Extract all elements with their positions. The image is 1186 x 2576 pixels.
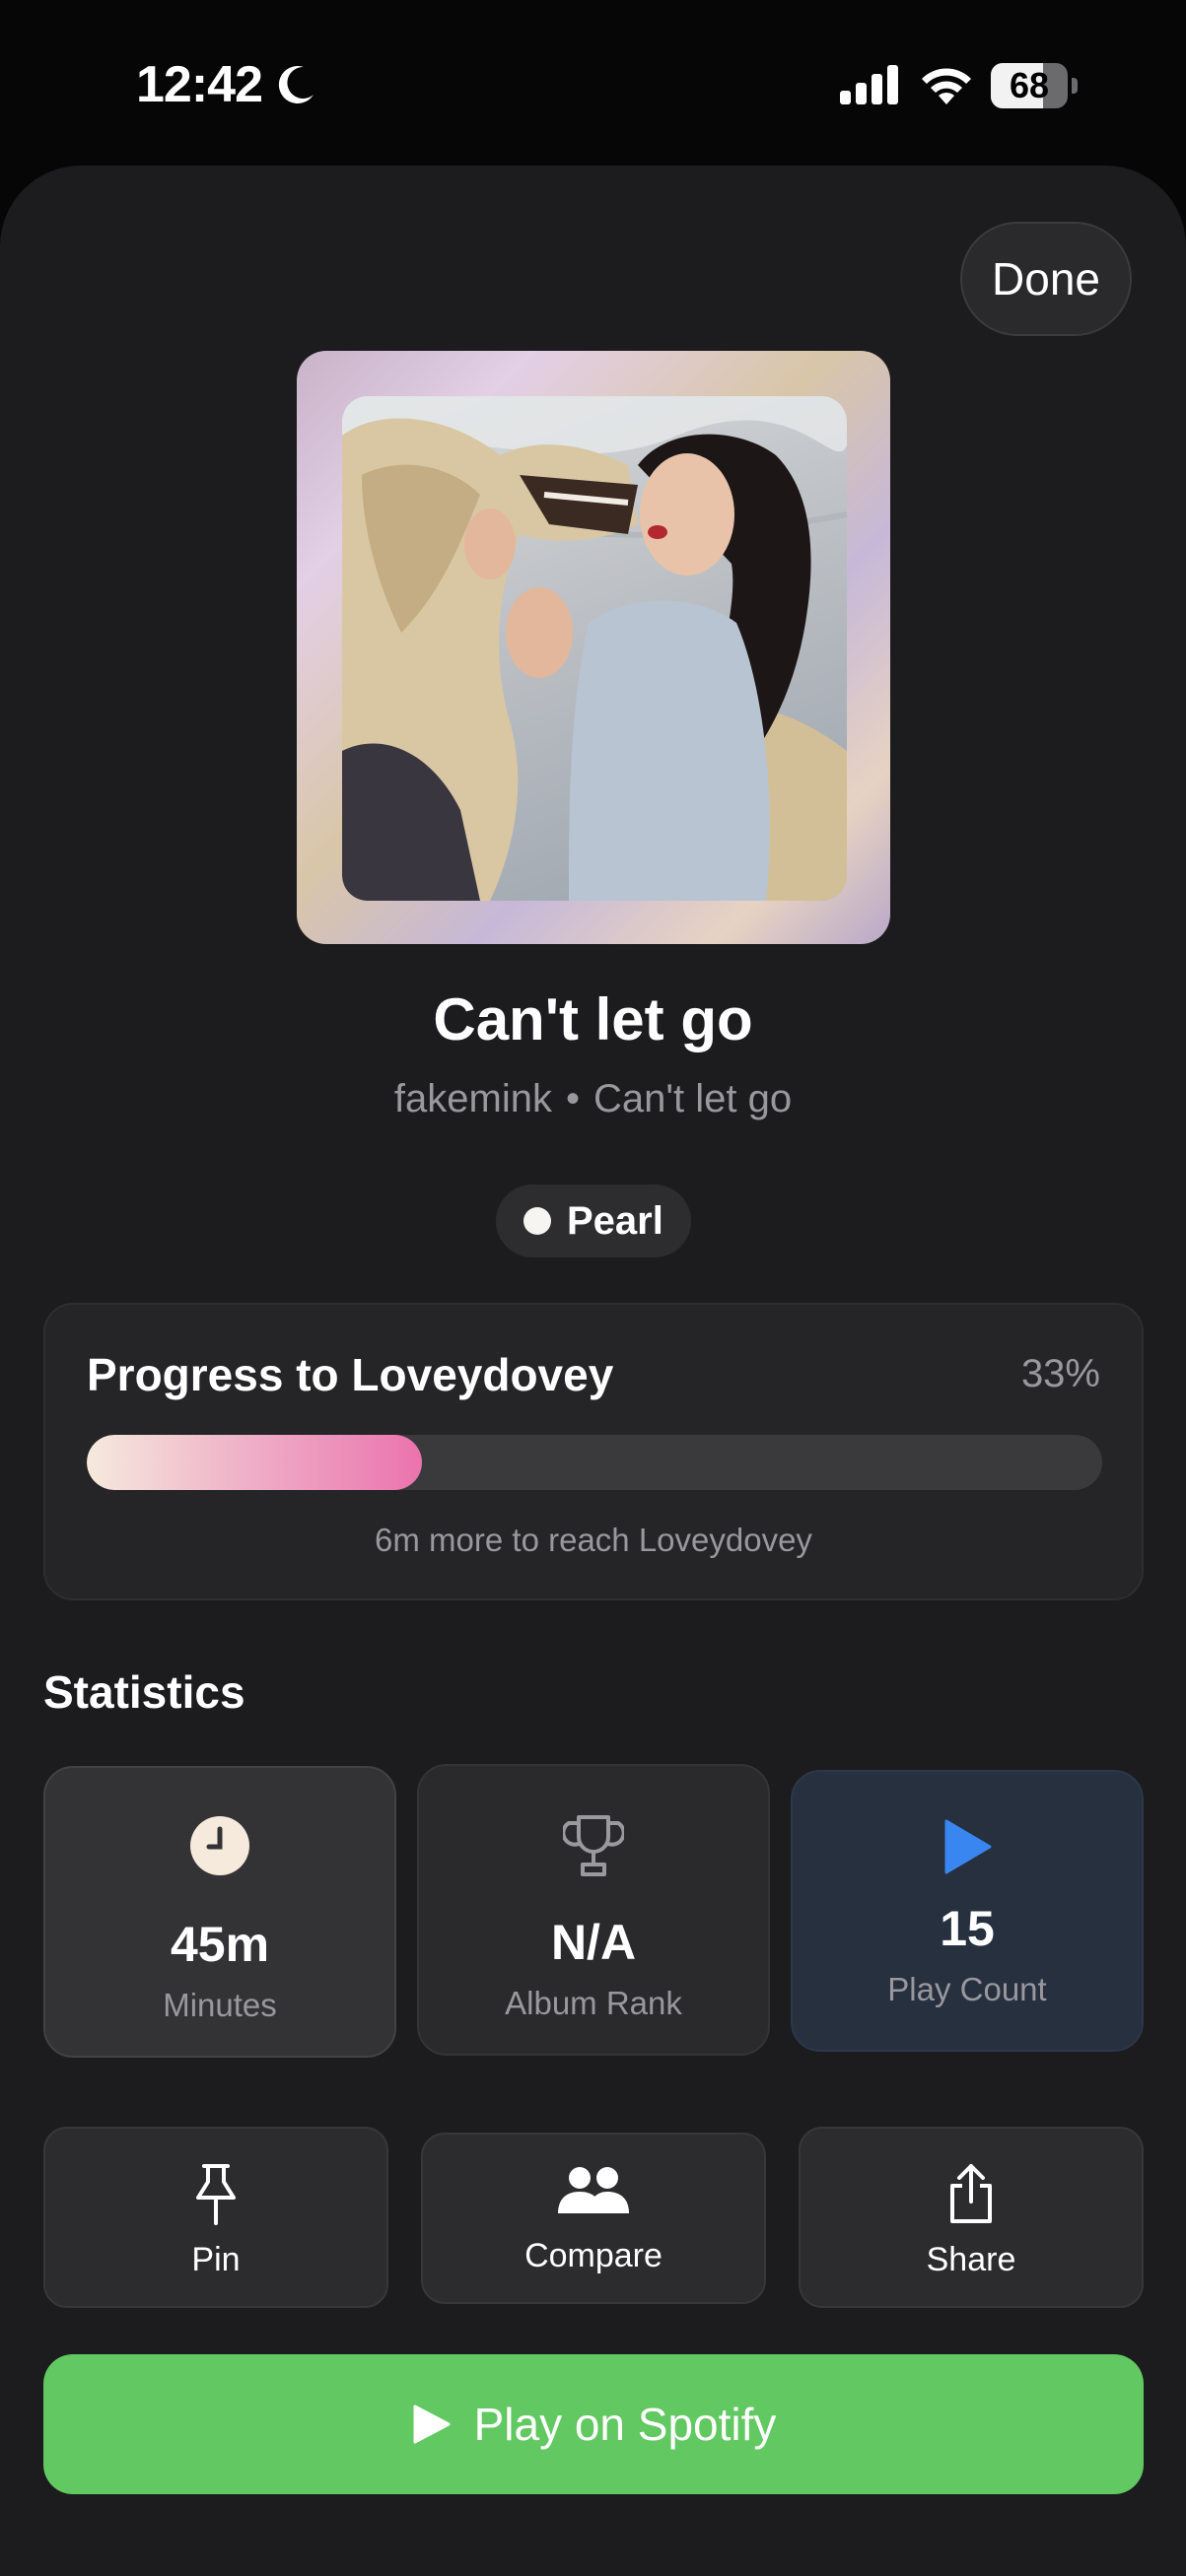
share-icon	[950, 2164, 992, 2223]
progress-title: Progress to Loveydovey	[87, 1349, 614, 1400]
tier-badge: Pearl	[496, 1185, 691, 1257]
progress-card: Progress to Loveydovey 33% 6m more to re…	[43, 1303, 1144, 1600]
tier-label: Pearl	[567, 1198, 663, 1243]
album-artwork	[342, 396, 847, 901]
battery-level-text: 68	[1009, 65, 1050, 105]
stat-card-minutes: 45m Minutes	[43, 1766, 396, 2058]
wifi-icon	[922, 68, 971, 104]
pin-icon	[196, 2164, 236, 2225]
stat-value: N/A	[550, 1915, 637, 1970]
album-artwork-frame	[297, 351, 890, 944]
song-title: Can't let go	[433, 986, 753, 1052]
stat-card-album-rank: N/A Album Rank	[417, 1764, 770, 2056]
battery-icon: 68	[991, 63, 1078, 108]
moon-icon	[278, 65, 314, 103]
stat-label: Minutes	[163, 1987, 277, 2023]
stat-value: 45m	[170, 1917, 270, 1972]
progress-note: 6m more to reach Loveydovey	[375, 1522, 812, 1558]
stat-label: Play Count	[887, 1971, 1047, 2007]
play-icon	[413, 2405, 451, 2444]
song-subtitle: fakemink • Can't let go	[0, 1077, 1186, 1121]
play-icon	[944, 1819, 992, 1874]
separator-dot: •	[565, 1077, 580, 1120]
compare-button[interactable]: Compare	[421, 2133, 766, 2304]
status-time: 12:42	[136, 56, 263, 113]
artist-name[interactable]: fakemink	[394, 1077, 552, 1120]
play-on-spotify-button[interactable]: Play on Spotify	[43, 2354, 1144, 2494]
progress-percent: 33%	[1020, 1352, 1100, 1395]
clock-icon	[190, 1816, 249, 1875]
share-label: Share	[926, 2241, 1016, 2278]
compare-label: Compare	[524, 2237, 663, 2274]
stat-value: 15	[940, 1901, 995, 1956]
stat-card-play-count: 15 Play Count	[791, 1770, 1144, 2052]
people-icon	[558, 2167, 629, 2213]
pin-button[interactable]: Pin	[43, 2127, 388, 2308]
share-button[interactable]: Share	[799, 2127, 1144, 2308]
statistics-title: Statistics	[43, 1666, 245, 1718]
progress-bar	[87, 1435, 1102, 1490]
progress-bar-fill	[87, 1435, 422, 1490]
stat-label: Album Rank	[505, 1985, 682, 2021]
done-button[interactable]: Done	[960, 222, 1132, 336]
status-bar: 12:42 68	[0, 0, 1186, 168]
trophy-icon	[563, 1815, 624, 1876]
cellular-signal-icon	[840, 65, 898, 104]
album-name[interactable]: Can't let go	[593, 1077, 792, 1120]
tier-dot-icon	[523, 1207, 551, 1235]
spotify-label: Play on Spotify	[473, 2399, 777, 2450]
pin-label: Pin	[191, 2241, 241, 2278]
